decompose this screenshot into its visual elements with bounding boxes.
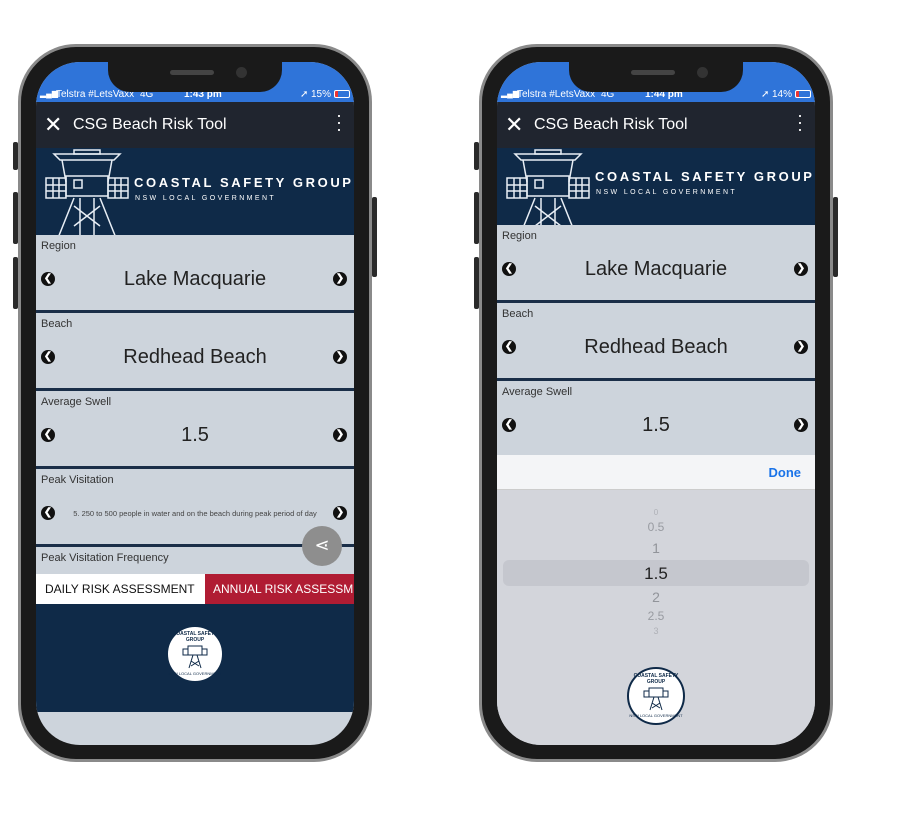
field-region[interactable]: Region ❮ Lake Macquarie ❯ <box>497 225 815 303</box>
phone-frame: ▂▄▆ Telstra #LetsVaxx 4G 1:44 pm ➚ 14% ✕… <box>474 44 838 762</box>
csg-banner: COASTAL SAFETY GROUP NSW LOCAL GOVERNMEN… <box>36 148 354 235</box>
app-title: CSG Beach Risk Tool <box>534 116 688 133</box>
battery-level: 14% <box>772 89 793 100</box>
field-label: Region <box>502 230 537 242</box>
share-icon[interactable]: ⋖ <box>302 526 342 566</box>
chevron-right-icon[interactable]: ❯ <box>794 340 808 354</box>
field-label: Beach <box>502 308 534 320</box>
picker-option[interactable]: 2.5 <box>497 609 815 623</box>
more-vertical-icon[interactable]: · · · <box>336 106 342 138</box>
chevron-left-icon[interactable]: ❮ <box>41 272 55 286</box>
more-vertical-icon[interactable]: · · · <box>797 106 803 138</box>
picker-option[interactable]: 1 <box>497 540 815 556</box>
close-icon[interactable]: ✕ <box>44 112 62 138</box>
tab-daily-risk-assessment[interactable]: DAILY RISK ASSESSMENT <box>36 574 205 604</box>
field-label: Beach <box>41 318 73 330</box>
picker-option[interactable]: 1.5 <box>497 564 815 584</box>
picker-option[interactable]: 0.5 <box>497 520 815 534</box>
close-icon[interactable]: ✕ <box>505 112 523 138</box>
field-value[interactable]: Redhead Beach <box>60 346 330 369</box>
tab-annual-risk-assessment[interactable]: ANNUAL RISK ASSESSM <box>205 574 354 604</box>
field-label: Peak Visitation Frequency <box>41 552 169 564</box>
picker-option[interactable]: 0 <box>497 508 815 517</box>
phone-screen: ▂▄▆ Telstra #LetsVaxx 4G 1:44 pm ➚ 14% ✕… <box>497 62 815 745</box>
field-average-swell[interactable]: Average Swell ❮ 1.5 ❯ <box>36 391 354 469</box>
field-value[interactable]: Redhead Beach <box>521 336 791 359</box>
location-icon: ➚ <box>761 89 770 100</box>
field-label: Peak Visitation <box>41 474 114 486</box>
banner-subtitle: NSW LOCAL GOVERNMENT <box>135 195 277 202</box>
field-value[interactable]: 1.5 <box>60 424 330 447</box>
done-button[interactable]: Done <box>769 465 802 480</box>
app-bar: ✕ CSG Beach Risk Tool · · · <box>36 102 354 148</box>
battery-icon <box>334 90 350 98</box>
field-label: Average Swell <box>502 386 573 398</box>
chevron-left-icon[interactable]: ❮ <box>502 418 516 432</box>
location-icon: ➚ <box>300 89 309 100</box>
csg-banner: COASTAL SAFETY GROUP NSW LOCAL GOVERNMEN… <box>497 148 815 225</box>
field-value[interactable]: Lake Macquarie <box>60 268 330 291</box>
field-label: Average Swell <box>41 396 112 408</box>
chevron-left-icon[interactable]: ❮ <box>41 428 55 442</box>
phone-screen: ▂▄▆ Telstra #LetsVaxx 4G 1:43 pm ➚ 15% ✕… <box>36 62 354 745</box>
field-value[interactable]: 1.5 <box>521 414 791 437</box>
field-beach[interactable]: Beach ❮ Redhead Beach ❯ <box>36 313 354 391</box>
chevron-right-icon[interactable]: ❯ <box>794 262 808 276</box>
csg-seal-logo: COASTAL SAFETY GROUP NSW LOCAL GOVERNMENT <box>166 625 224 683</box>
chevron-left-icon[interactable]: ❮ <box>41 350 55 364</box>
field-beach[interactable]: Beach ❮ Redhead Beach ❯ <box>497 303 815 381</box>
field-value[interactable]: 5. 250 to 500 people in water and on the… <box>60 509 330 518</box>
field-label: Region <box>41 240 76 252</box>
battery-icon <box>795 90 811 98</box>
field-value[interactable]: Lake Macquarie <box>521 258 791 281</box>
app-title: CSG Beach Risk Tool <box>73 116 227 133</box>
chevron-right-icon[interactable]: ❯ <box>333 350 347 364</box>
chevron-left-icon[interactable]: ❮ <box>41 506 55 520</box>
app-bar: ✕ CSG Beach Risk Tool · · · <box>497 102 815 148</box>
csg-seal-logo: COASTAL SAFETY GROUP NSW LOCAL GOVERNMENT <box>627 667 685 725</box>
picker-toolbar: Done <box>497 455 815 490</box>
picker-option[interactable]: 3 <box>497 626 815 636</box>
field-region[interactable]: Region ❮ Lake Macquarie ❯ <box>36 235 354 313</box>
picker-option[interactable]: 2 <box>497 589 815 605</box>
banner-title: COASTAL SAFETY GROUP <box>134 175 354 190</box>
chevron-right-icon[interactable]: ❯ <box>794 418 808 432</box>
banner-subtitle: NSW LOCAL GOVERNMENT <box>596 189 738 196</box>
phone-frame: ▂▄▆ Telstra #LetsVaxx 4G 1:43 pm ➚ 15% ✕… <box>13 44 377 762</box>
chevron-left-icon[interactable]: ❮ <box>502 262 516 276</box>
banner-title: COASTAL SAFETY GROUP <box>595 169 815 184</box>
chevron-right-icon[interactable]: ❯ <box>333 506 347 520</box>
chevron-right-icon[interactable]: ❯ <box>333 428 347 442</box>
chevron-right-icon[interactable]: ❯ <box>333 272 347 286</box>
battery-level: 15% <box>311 89 332 100</box>
assessment-tabs: DAILY RISK ASSESSMENT ANNUAL RISK ASSESS… <box>36 574 354 604</box>
field-average-swell[interactable]: Average Swell ❮ 1.5 ❯ <box>497 381 815 459</box>
chevron-left-icon[interactable]: ❮ <box>502 340 516 354</box>
